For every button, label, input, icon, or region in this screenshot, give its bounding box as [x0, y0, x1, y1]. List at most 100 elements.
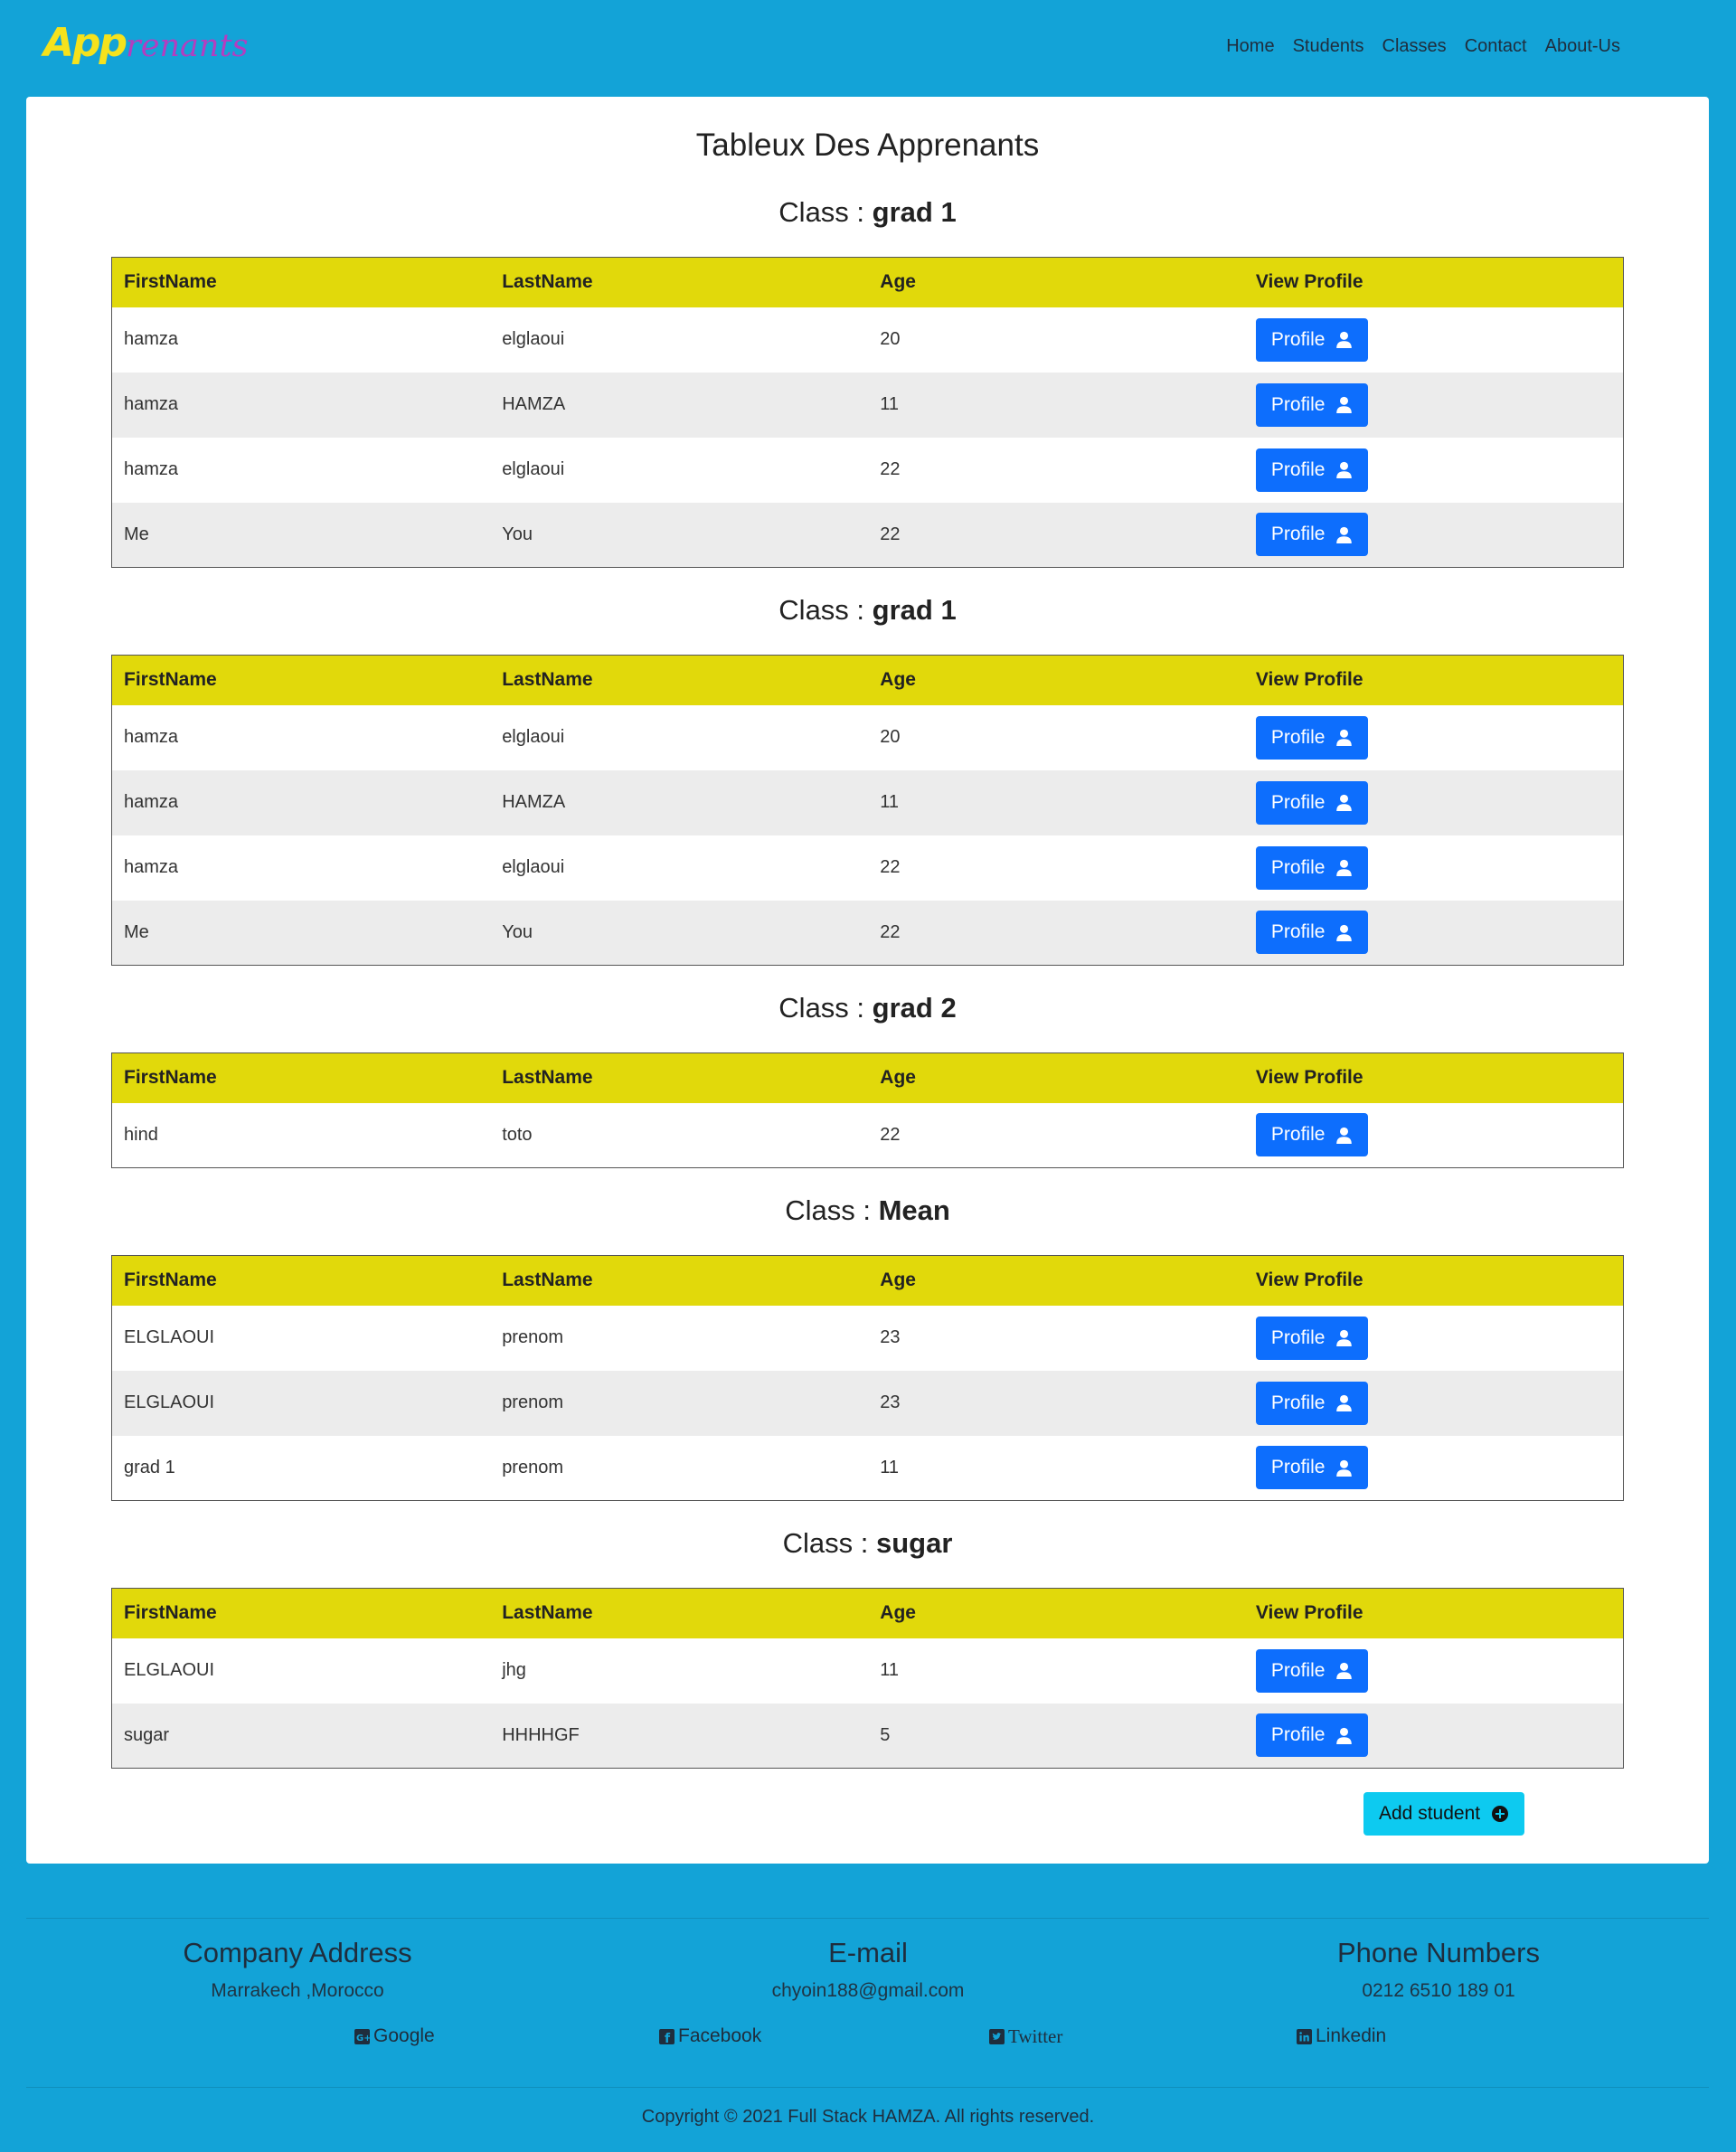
- nav-home[interactable]: Home: [1226, 36, 1274, 57]
- cell-firstname: hind: [124, 1124, 158, 1145]
- table-row: Me You 22 Profile: [111, 502, 1624, 568]
- header-view-profile: View Profile: [1255, 271, 1363, 293]
- profile-button[interactable]: Profile: [1255, 1446, 1369, 1490]
- profile-button[interactable]: Profile: [1255, 1381, 1369, 1425]
- cell-age: 20: [880, 329, 901, 349]
- profile-button[interactable]: Profile: [1255, 1113, 1369, 1157]
- profile-button[interactable]: Profile: [1255, 513, 1369, 557]
- table-row: hamza HAMZA 11 Profile: [111, 372, 1624, 438]
- profile-button-label: Profile: [1270, 1326, 1326, 1348]
- class-section: Class : sugar FirstName LastName Age View Pr…: [111, 1525, 1624, 1769]
- cell-firstname: ELGLAOUI: [124, 1327, 215, 1347]
- brand-logo[interactable]: App renants: [43, 20, 248, 66]
- class-prefix: Class :: [782, 1527, 869, 1559]
- profile-button[interactable]: Profile: [1255, 715, 1369, 760]
- cell-age: 22: [880, 1124, 901, 1145]
- cell-profile: Profile: [1244, 1306, 1624, 1371]
- nav-menu: Home Students Classes Contact About-Us: [1226, 36, 1620, 57]
- table-header-row: FirstName LastName Age View Profile: [111, 1052, 1624, 1103]
- cell-age: 23: [880, 1392, 901, 1412]
- social-google[interactable]: G+ Google: [354, 2025, 435, 2047]
- header-lastname: LastName: [502, 1067, 593, 1089]
- cell-firstname: grad 1: [124, 1457, 175, 1477]
- profile-button[interactable]: Profile: [1255, 1316, 1369, 1360]
- cell-lastname: elglaoui: [502, 329, 565, 349]
- social-twitter[interactable]: Twitter: [989, 2025, 1062, 2048]
- profile-button[interactable]: Profile: [1255, 448, 1369, 492]
- profile-button[interactable]: Profile: [1255, 845, 1369, 890]
- cell-profile: Profile: [1244, 1436, 1624, 1501]
- class-title: Class : grad 1: [111, 592, 1624, 628]
- class-prefix: Class :: [778, 594, 865, 626]
- user-icon: [1336, 1662, 1353, 1679]
- profile-button[interactable]: Profile: [1255, 382, 1369, 427]
- students-table: FirstName LastName Age View Profile ELGLAOUI…: [111, 1255, 1624, 1501]
- user-icon: [1336, 526, 1353, 543]
- copyright-text: Copyright © 2021 Full Stack HAMZA. All r…: [641, 2107, 1095, 2127]
- user-icon: [1336, 1329, 1353, 1346]
- nav-classes[interactable]: Classes: [1382, 36, 1447, 57]
- class-section: Class : grad 1 FirstName LastName Age View P…: [111, 592, 1624, 966]
- user-icon: [1336, 859, 1353, 876]
- cell-firstname: ELGLAOUI: [124, 1660, 215, 1680]
- cell-profile: Profile: [1244, 1371, 1624, 1436]
- email-title: E-mail: [828, 1937, 908, 1968]
- header-firstname: FirstName: [124, 1602, 217, 1624]
- user-icon: [1336, 1459, 1353, 1477]
- class-name: grad 1: [872, 594, 957, 626]
- cell-lastname: You: [502, 921, 533, 942]
- cell-lastname: elglaoui: [502, 727, 565, 747]
- table-row: ELGLAOUI prenom 23 Profile: [111, 1370, 1624, 1436]
- table-header-row: FirstName LastName Age View Profile: [111, 1588, 1624, 1638]
- table-row: sugar HHHHGF 5 Profile: [111, 1703, 1624, 1769]
- twitter-icon: [989, 2029, 1005, 2044]
- cell-lastname: prenom: [502, 1457, 563, 1477]
- header-lastname: LastName: [502, 271, 593, 293]
- add-student-button[interactable]: Add student: [1363, 1792, 1525, 1836]
- profile-button[interactable]: Profile: [1255, 317, 1369, 362]
- svg-text:G+: G+: [356, 2034, 370, 2043]
- class-name: grad 1: [872, 196, 957, 228]
- cell-profile: Profile: [1244, 438, 1624, 503]
- footer-email: E-mail chyoin188@gmail.com: [597, 1935, 1139, 2002]
- students-table: FirstName LastName Age View Profile hamza elg…: [111, 655, 1624, 966]
- table-row: hamza elglaoui 20 Profile: [112, 705, 1624, 770]
- cell-profile: Profile: [1244, 1704, 1624, 1769]
- user-icon: [1336, 794, 1353, 811]
- cell-firstname: hamza: [124, 329, 179, 349]
- cell-age: 5: [880, 1724, 891, 1745]
- cell-firstname: Me: [124, 524, 149, 544]
- cell-age: 22: [880, 921, 901, 942]
- header-age: Age: [880, 271, 916, 293]
- social-linkedin[interactable]: Linkedin: [1297, 2025, 1386, 2047]
- email-text[interactable]: chyoin188@gmail.com: [597, 1980, 1139, 2002]
- header-firstname: FirstName: [124, 271, 217, 293]
- cell-lastname: HHHHGF: [502, 1724, 580, 1745]
- profile-button[interactable]: Profile: [1255, 911, 1369, 955]
- nav-students[interactable]: Students: [1293, 36, 1364, 57]
- nav-about-us[interactable]: About-Us: [1545, 36, 1620, 57]
- cell-profile: Profile: [1244, 705, 1624, 770]
- cell-age: 20: [880, 727, 901, 747]
- cell-profile: Profile: [1244, 1103, 1624, 1168]
- social-facebook[interactable]: f Facebook: [659, 2025, 761, 2047]
- user-icon: [1336, 1727, 1353, 1744]
- header-lastname: LastName: [502, 1602, 593, 1624]
- class-title: Class : grad 2: [111, 990, 1624, 1026]
- profile-button[interactable]: Profile: [1255, 780, 1369, 825]
- nav-contact[interactable]: Contact: [1465, 36, 1527, 57]
- social-google-label: Google: [373, 2025, 435, 2046]
- brand-part2: renants: [126, 28, 249, 64]
- profile-button[interactable]: Profile: [1255, 1713, 1369, 1758]
- table-row: grad 1 prenom 11 Profile: [112, 1436, 1624, 1501]
- cell-age: 11: [880, 394, 900, 414]
- page-title: Tableux Des Apprenants: [695, 127, 1040, 163]
- profile-button-label: Profile: [1270, 726, 1326, 748]
- profile-button[interactable]: Profile: [1255, 1648, 1369, 1693]
- profile-button-label: Profile: [1270, 458, 1326, 480]
- cell-lastname: prenom: [502, 1327, 563, 1347]
- class-title: Class : grad 1: [111, 194, 1624, 231]
- cell-profile: Profile: [1244, 307, 1624, 373]
- cell-firstname: Me: [124, 921, 149, 942]
- students-table: FirstName LastName Age View Profile hind toto…: [111, 1052, 1624, 1168]
